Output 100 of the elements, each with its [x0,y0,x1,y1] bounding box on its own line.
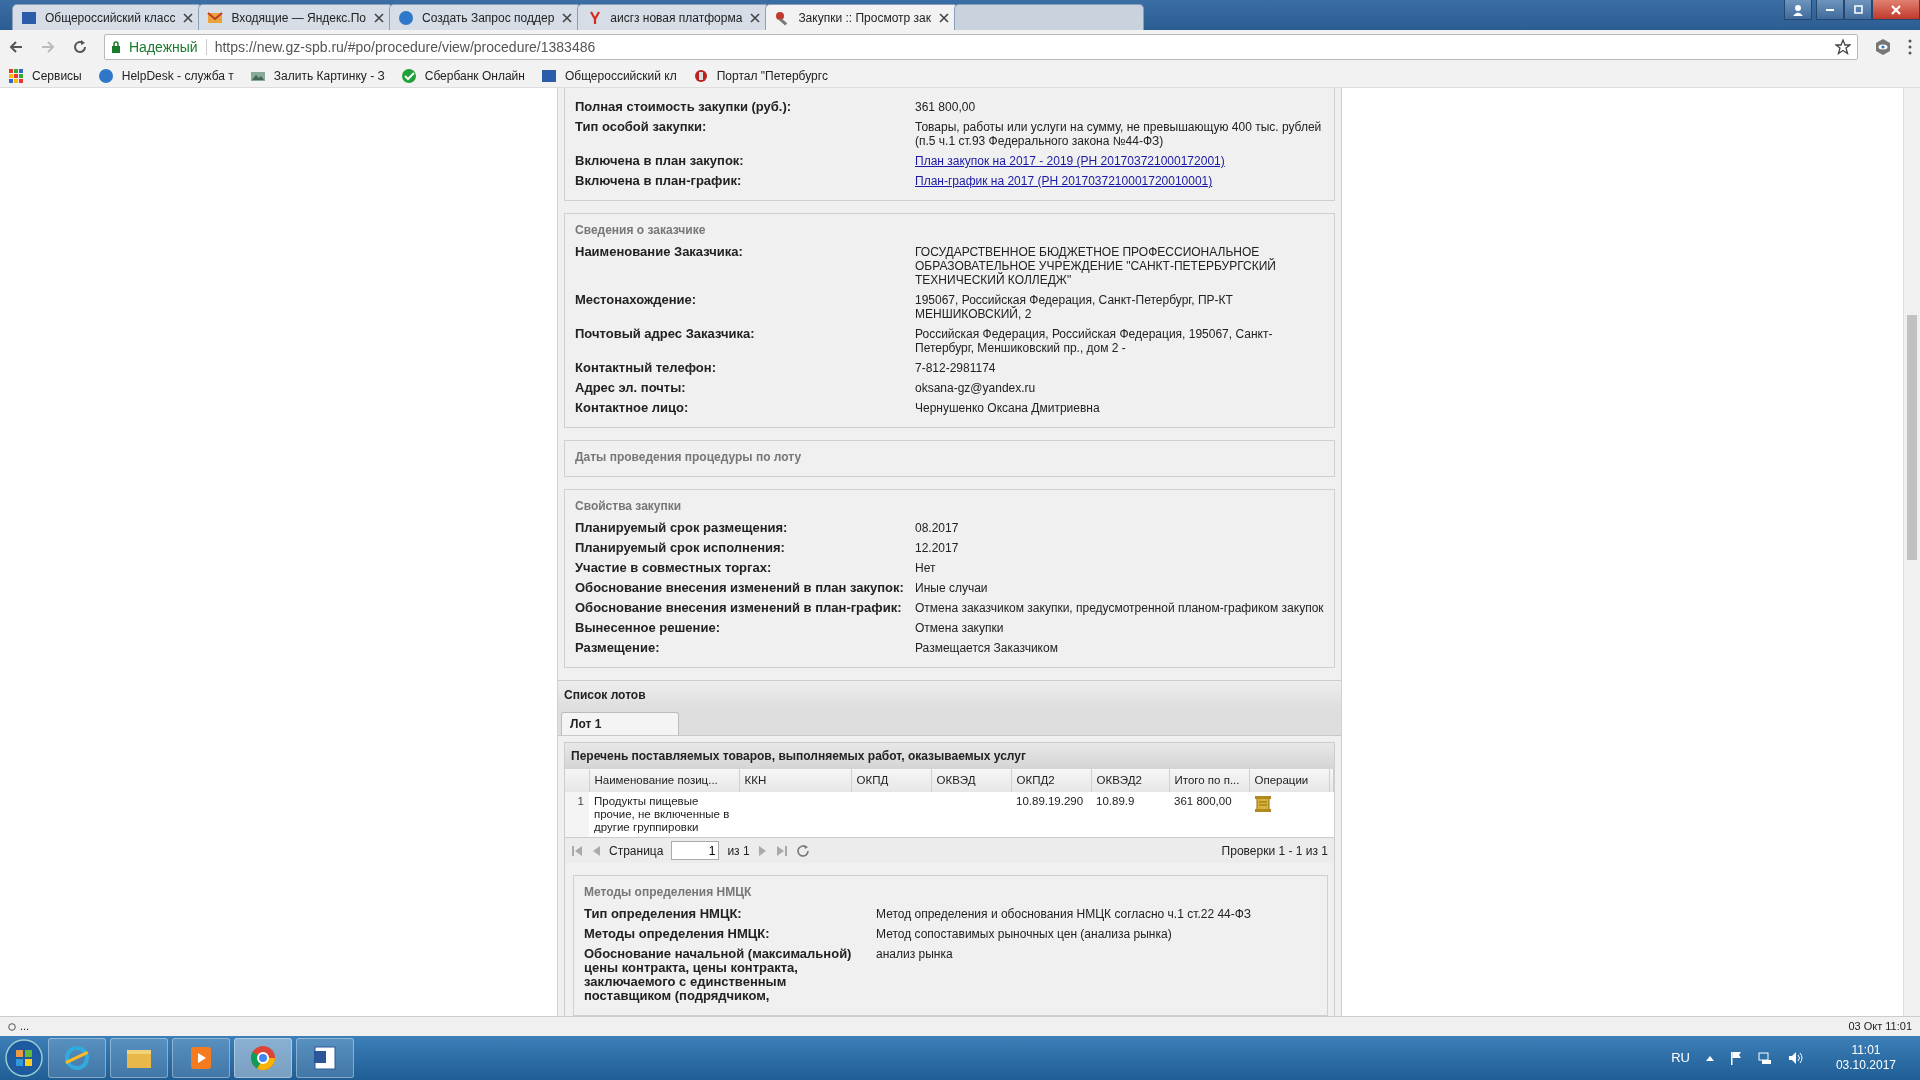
network-icon[interactable] [1757,1051,1772,1065]
field-value: 08.2017 [915,521,960,535]
status-text: ... [20,1019,30,1035]
field-label: Наименование Заказчика: [575,245,744,261]
field-value: 7-812-2981174 [915,361,997,375]
close-icon[interactable] [374,12,384,23]
field-value: Нет [915,561,937,575]
bookmark[interactable]: Портал "Петербургс [692,66,828,85]
pager-summary: Проверки 1 - 1 из 1 [1221,842,1328,860]
fieldset-legend: Свойства закупки [573,497,684,515]
page-count: из 1 [727,842,750,860]
speaker-icon[interactable] [1787,1051,1804,1065]
link[interactable]: План закупок на 2017 - 2019 (РН 201703721000172001) [915,154,1225,168]
taskbar-button[interactable] [110,1038,168,1078]
close-icon[interactable] [939,12,950,23]
table-cell: 10.89.19.290 [1011,792,1091,838]
field-label: Тип определения НМЦК: [584,907,743,922]
bookmark[interactable]: Залить Картинку - З [249,66,385,85]
clock-time[interactable]: 11:01 [1835,1043,1896,1058]
grid-title: Перечень поставляемых товаров, выполняемых работ, оказываемых услуг [565,743,1334,769]
column-header[interactable]: ОКВЭД2 [1091,769,1169,793]
column-header[interactable]: ОКВЭД [931,769,1011,793]
bookmark[interactable]: Сбербанк Онлайн [400,66,525,85]
field-label: Планируемый срок исполнения: [575,541,786,555]
field-value: 12.2017 [915,541,960,555]
eye-icon[interactable] [1874,38,1892,56]
field-label: Обоснование внесения изменений в план-график: [575,601,903,615]
field-label: Планируемый срок размещения: [575,521,789,535]
restore-icon [1853,5,1863,14]
back-icon[interactable] [8,39,24,55]
field-label: Местонахождение: [575,293,698,309]
field-label: Участие в совместных торгах: [575,561,773,575]
minimize-icon [1826,8,1834,11]
start-icon[interactable] [4,1038,44,1078]
column-header[interactable]: ОКПД2 [1011,769,1091,793]
star-icon[interactable] [1835,39,1851,55]
close-button[interactable] [1872,0,1920,20]
help-icon [97,67,114,84]
browser-icon [63,1044,91,1072]
menu-icon[interactable] [1908,39,1912,55]
favicon [207,9,224,26]
column-header[interactable]: Операции [1249,769,1329,793]
minimize-button[interactable] [1816,0,1844,20]
field-value: Метод сопоставимых рыночных цен (анализа рынка) [876,927,1173,942]
site-icon [540,67,557,84]
field-label: Методы определения НМЦК: [584,927,771,942]
field-label: Включена в план закупок: [575,154,745,168]
column-header[interactable]: Итого по п... [1169,769,1249,793]
column-header[interactable]: ОКПД [851,769,931,793]
page-input[interactable]: 1 [671,841,720,861]
link[interactable]: План-график на 2017 (РН 2017037210001720010001) [915,174,1213,188]
close-icon[interactable] [183,12,194,23]
row-number: 1 [565,792,589,838]
document-app-icon [311,1044,339,1072]
field-value: Отмена закупки [915,621,1005,635]
column-header[interactable]: ККН [739,769,851,793]
field-label: Размещение: [575,641,661,655]
apps-icon [8,67,24,84]
field-value: 195067, Российская Федерация, Санкт-Петербург, ПР-КТ МЕНШИКОВСКИЙ, 2 [915,293,1234,321]
field-value: oksana-gz@yandex.ru [915,381,1037,395]
address-bar[interactable]: Надежный https://new.gz-spb.ru/#po/procedure/view/procedure/1383486 [104,34,1858,60]
status-time: 03 Окт 11:01 [1848,1019,1912,1035]
language-indicator[interactable]: RU [1671,1048,1690,1068]
taskbar-button[interactable] [296,1038,354,1078]
document-icon[interactable] [1254,795,1272,814]
table-cell: 361 800,00 [1169,792,1249,838]
clock-date[interactable]: 03.10.2017 [1835,1058,1896,1073]
bookmark[interactable]: Общероссийский кл [540,66,677,85]
reload-icon[interactable] [72,39,88,55]
field-value: 361 800,00 [915,100,977,114]
field-value: Товары, работы или услуги на сумму, не превышающую 400 тыс. рублей (п.5 ч.1 ст.93 Федерального закона №44-ФЗ) [915,120,1323,148]
refresh-icon[interactable] [795,843,810,858]
favicon [398,9,414,26]
table-cell: Продукты пищевые прочие, не включенные в другие группировки [589,792,739,838]
bookmark[interactable]: HelpDesk - служба т [97,66,234,85]
column-header[interactable]: Наименование позиц... [589,769,739,793]
field-label: Включена в план-график: [575,174,743,188]
field-value: ГОСУДАРСТВЕННОЕ БЮДЖЕТНОЕ ПРОФЕССИОНАЛЬНОЕ ОБРАЗОВАТЕЛЬНОЕ УЧРЕЖДЕНИЕ "САНКТ-ПЕТЕРБУРГСКИЙ ТЕХНИЧЕСКИЙ КОЛЛЕДЖ" [915,245,1277,287]
field-label: Контактное лицо: [575,401,690,415]
flag-icon[interactable] [1729,1051,1742,1065]
field-label: Обоснование начальной (максимальной) цены контракта, цены контракта, заключаемого с единственным поставщиком (подрядчиком, [584,947,853,1004]
field-label: Полная стоимость закупки (руб.): [575,100,793,114]
lot-tab[interactable]: Лот 1 [561,712,679,735]
restore-button[interactable] [1844,0,1872,20]
table-cell: 10.89.9 [1091,792,1169,838]
tray-arrow-icon[interactable] [1705,1055,1714,1061]
chrome-icon [249,1044,277,1072]
taskbar-button[interactable] [234,1038,292,1078]
lock-icon [111,41,121,53]
profile-button[interactable] [1784,0,1812,20]
scrollbar[interactable] [1903,88,1920,1016]
security-label: Надежный [129,37,198,57]
person-icon [1792,3,1804,16]
close-icon[interactable] [750,12,761,23]
field-label: Адрес эл. почты: [575,381,687,395]
field-value: Российская Федерация, Российская Федерация, 195067, Санкт-Петербург, Меншиковский пр., дом 2 - [915,327,1274,355]
page-label: Страница [609,842,664,860]
close-icon[interactable] [562,12,573,23]
bookmark[interactable]: Сервисы [8,66,82,85]
field-value: Метод определения и обоснования НМЦК согласно ч.1 ст.22 44-ФЗ [876,907,1253,922]
